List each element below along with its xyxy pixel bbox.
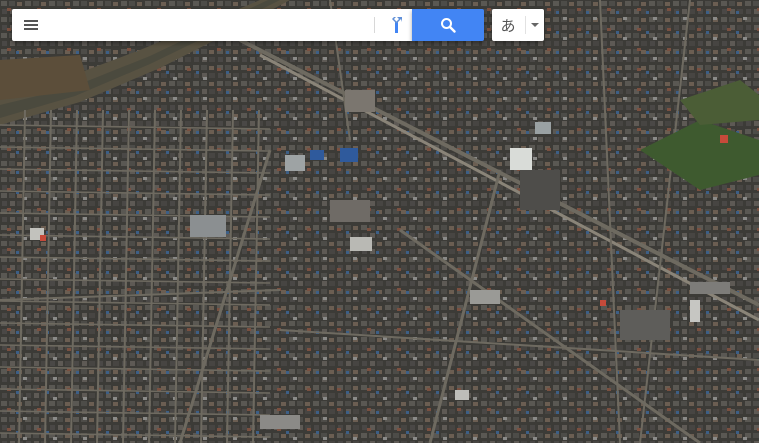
blue-roof-building <box>340 148 358 162</box>
menu-button[interactable] <box>12 9 50 41</box>
search-button[interactable] <box>412 9 484 41</box>
building-roof <box>455 390 469 400</box>
input-method-toggle: あ <box>492 9 544 41</box>
white-roof-building <box>510 148 532 170</box>
open-lot <box>345 90 375 112</box>
search-box <box>12 9 412 41</box>
school-building <box>190 215 226 237</box>
ime-hiragana-button[interactable]: あ <box>492 9 524 41</box>
parking-lot <box>620 310 670 340</box>
satellite-imagery[interactable] <box>0 0 759 443</box>
directions-icon <box>387 17 402 33</box>
search-divider <box>374 17 375 33</box>
building-roof <box>535 122 551 134</box>
parking-lot <box>520 170 560 210</box>
hamburger-menu-icon <box>24 20 38 30</box>
building-roof <box>690 300 700 322</box>
ime-dropdown-button[interactable] <box>526 9 544 41</box>
building-roof <box>350 237 372 251</box>
red-roof <box>720 135 728 143</box>
search-input[interactable] <box>50 13 368 37</box>
school-grounds <box>330 200 370 222</box>
platform-roof <box>690 282 730 294</box>
red-roof <box>600 300 606 306</box>
directions-button[interactable] <box>377 9 412 41</box>
building-roof <box>285 155 305 171</box>
red-roof <box>40 235 46 241</box>
building-roof <box>260 415 300 429</box>
satellite-map[interactable] <box>0 0 759 443</box>
station-building <box>470 290 500 304</box>
blue-roof-building <box>310 150 324 160</box>
caret-down-icon <box>531 23 539 27</box>
magnifier-icon <box>441 18 456 33</box>
